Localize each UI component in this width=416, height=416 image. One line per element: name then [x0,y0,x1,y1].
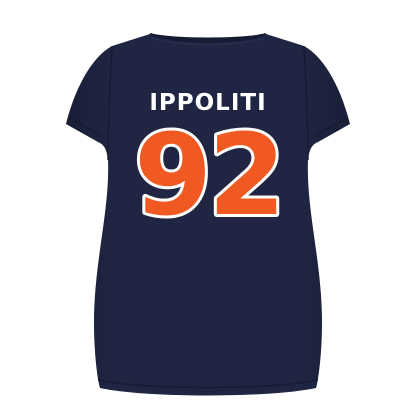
player-number: 92 [134,111,282,241]
tshirt-back-graphic: IPPOLITI 92 92 [66,33,350,396]
product-photo: IPPOLITI 92 92 [0,0,416,416]
